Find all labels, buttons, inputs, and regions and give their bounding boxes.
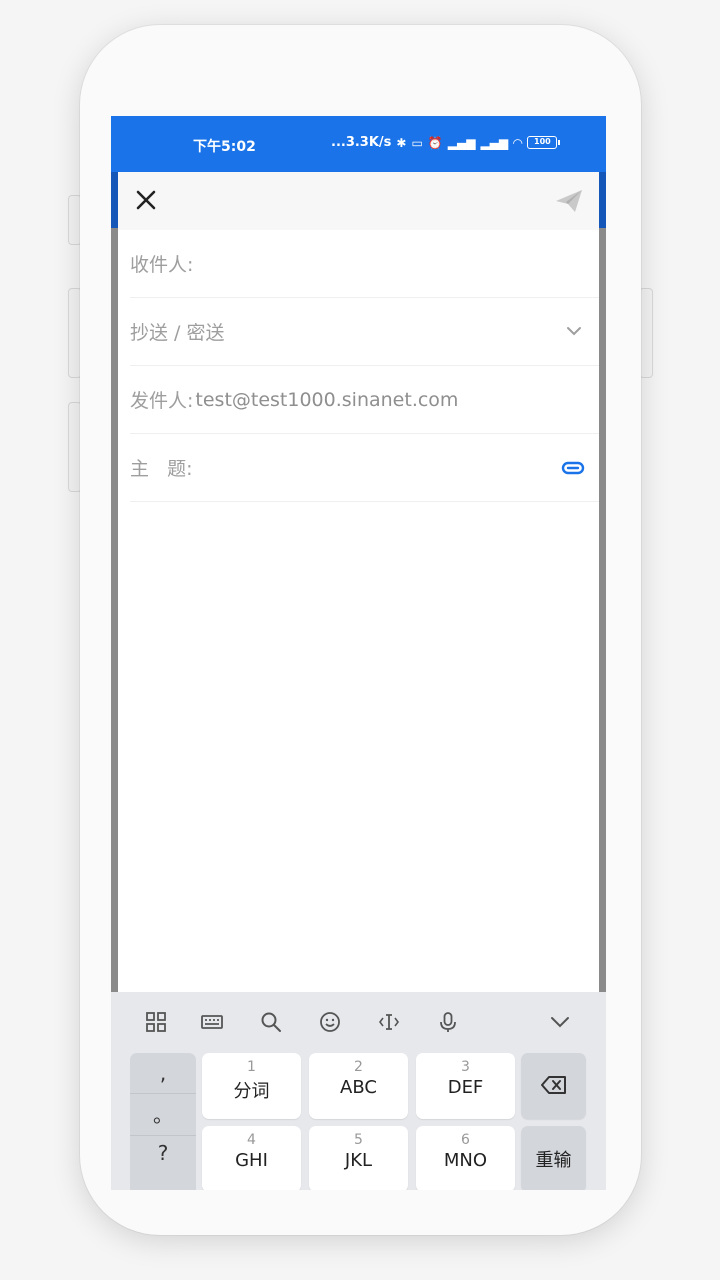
key-3-label: DEF	[447, 1077, 484, 1098]
cc-bcc-field[interactable]: 抄送 / 密送	[130, 298, 599, 366]
keyboard-toolbar	[111, 992, 606, 1050]
compose-toolbar	[118, 172, 599, 230]
key-4-label: GHI	[235, 1150, 268, 1171]
microphone-icon[interactable]	[436, 1010, 460, 1034]
collapse-keyboard-icon[interactable]	[548, 1010, 572, 1034]
reinput-label: 重输	[535, 1150, 572, 1171]
from-label: 发件人:	[130, 390, 194, 412]
key-1-label: 分词	[233, 1081, 270, 1102]
phone-screen: 下午5:02 ...3.3K/s ✱ ▭ ⏰ ▂▄▆ ▂▄▆ ◠ 100 收件人…	[111, 116, 606, 1190]
signal-hd-icon: ▂▄▆	[447, 135, 476, 150]
key-2[interactable]: 2 ABC	[309, 1053, 408, 1119]
from-field[interactable]: 发件人: test@test1000.sinanet.com	[130, 366, 599, 434]
chevron-down-icon[interactable]	[565, 322, 583, 340]
cc-bcc-label: 抄送 / 密送	[130, 322, 225, 344]
key-6-label: MNO	[443, 1150, 488, 1171]
alarm-icon: ⏰	[427, 135, 443, 150]
signal-icon: ▂▄▆	[480, 135, 509, 150]
send-icon[interactable]	[554, 188, 584, 214]
punct-divider	[130, 1093, 196, 1094]
bluetooth-icon: ✱	[396, 135, 407, 150]
emoji-icon[interactable]	[318, 1010, 342, 1034]
search-icon[interactable]	[259, 1010, 283, 1034]
status-time: 下午5:02	[193, 139, 256, 155]
subject-field[interactable]: 主 题:	[130, 434, 599, 502]
key-1-number: 1	[247, 1059, 256, 1075]
battery-icon: 100	[527, 136, 561, 149]
key-6[interactable]: 6 MNO	[416, 1126, 515, 1190]
key-6-number: 6	[461, 1132, 470, 1148]
punctuation-column[interactable]: , 。 ?	[130, 1053, 196, 1190]
wifi-icon: ◠	[513, 135, 523, 150]
close-icon[interactable]	[132, 186, 160, 214]
to-field[interactable]: 收件人:	[130, 230, 599, 298]
status-indicators: ...3.3K/s ✱ ▭ ⏰ ▂▄▆ ▂▄▆ ◠ 100	[331, 135, 561, 150]
ime-keyboard: , 。 ? 1 分词 2 ABC 3 DEF 4 GHI 5 JKL 6 MNO…	[111, 992, 606, 1190]
punct-divider	[130, 1135, 196, 1136]
net-speed: ...3.3K/s	[331, 135, 392, 150]
punct-question[interactable]: ?	[130, 1141, 196, 1165]
key-5-number: 5	[354, 1132, 363, 1148]
backspace-key[interactable]	[521, 1053, 586, 1119]
cursor-move-icon[interactable]	[377, 1010, 401, 1034]
punct-period[interactable]: 。	[130, 1099, 196, 1128]
status-bar: 下午5:02 ...3.3K/s ✱ ▭ ⏰ ▂▄▆ ▂▄▆ ◠ 100	[111, 116, 606, 172]
subject-label: 主 题:	[130, 458, 193, 480]
backspace-icon	[540, 1076, 566, 1094]
key-2-number: 2	[354, 1059, 363, 1075]
to-label: 收件人:	[130, 254, 194, 276]
key-4-number: 4	[247, 1132, 256, 1148]
grid-menu-icon[interactable]	[144, 1010, 168, 1034]
reinput-key[interactable]: 重输	[521, 1126, 586, 1190]
from-value: test@test1000.sinanet.com	[195, 388, 459, 411]
attachment-icon[interactable]	[561, 459, 585, 477]
key-4[interactable]: 4 GHI	[202, 1126, 301, 1190]
phone-power-button	[639, 288, 653, 378]
key-1[interactable]: 1 分词	[202, 1053, 301, 1119]
key-3-number: 3	[461, 1059, 470, 1075]
key-2-label: ABC	[340, 1077, 377, 1098]
vibrate-icon: ▭	[411, 135, 423, 150]
key-5-label: JKL	[344, 1150, 373, 1171]
key-3[interactable]: 3 DEF	[416, 1053, 515, 1119]
key-5[interactable]: 5 JKL	[309, 1126, 408, 1190]
keyboard-layout-icon[interactable]	[200, 1010, 224, 1034]
punct-comma[interactable]: ,	[130, 1061, 196, 1085]
